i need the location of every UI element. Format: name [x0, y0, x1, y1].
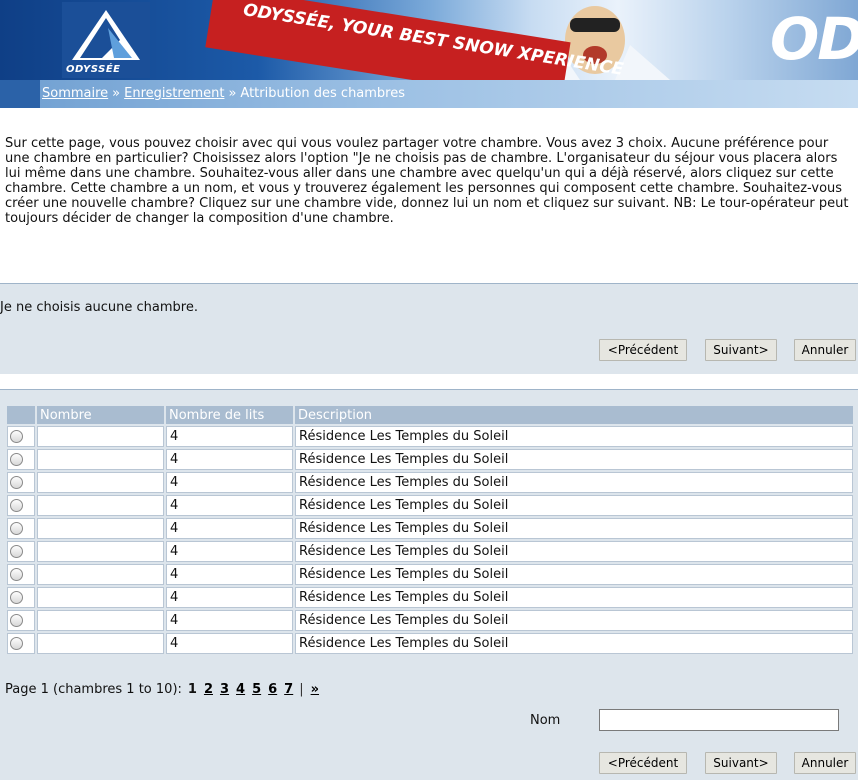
room-nombre — [37, 449, 164, 470]
breadcrumb-current: Attribution des chambres — [240, 86, 406, 101]
room-lits: 4 — [166, 633, 293, 654]
room-description: Résidence Les Temples du Soleil — [295, 610, 853, 631]
room-nombre — [37, 426, 164, 447]
room-radio[interactable] — [10, 545, 23, 558]
room-lits: 4 — [166, 564, 293, 585]
pagination-next-link[interactable]: » — [311, 682, 319, 697]
next-button[interactable]: Suivant> — [705, 339, 777, 361]
table-row[interactable]: 4 Résidence Les Temples du Soleil — [7, 449, 853, 470]
breadcrumb-sommaire-link[interactable]: Sommaire — [42, 86, 108, 101]
header-banner: ODYSSÉE ODYSSÉE, YOUR BEST SNOW XPERIENC… — [0, 0, 858, 80]
breadcrumb-separator: » — [228, 86, 237, 101]
room-description: Résidence Les Temples du Soleil — [295, 633, 853, 654]
room-description: Résidence Les Temples du Soleil — [295, 449, 853, 470]
room-nombre — [37, 541, 164, 562]
table-header-row: Nombre Nombre de lits Description — [7, 406, 853, 424]
pagination: Page 1 (chambres 1 to 10): 1 2 3 4 5 6 7 | » — [5, 682, 319, 697]
room-nombre — [37, 587, 164, 608]
table-row[interactable]: 4 Résidence Les Temples du Soleil — [7, 610, 853, 631]
room-description: Résidence Les Temples du Soleil — [295, 495, 853, 516]
rooms-table: Nombre Nombre de lits Description 4 Rési… — [5, 404, 855, 656]
previous-button-bottom[interactable]: <Précédent — [599, 752, 687, 774]
table-row[interactable]: 4 Résidence Les Temples du Soleil — [7, 587, 853, 608]
room-nombre — [37, 633, 164, 654]
room-radio[interactable] — [10, 614, 23, 627]
room-lits: 4 — [166, 518, 293, 539]
room-nombre — [37, 564, 164, 585]
nom-label: Nom — [530, 713, 561, 728]
pagination-page-link[interactable]: 4 — [236, 682, 245, 697]
table-header-lits: Nombre de lits — [166, 406, 293, 424]
brand-large-text: OD — [770, 5, 858, 73]
breadcrumb-separator: » — [112, 86, 121, 101]
previous-button[interactable]: <Précédent — [599, 339, 687, 361]
room-radio[interactable] — [10, 522, 23, 535]
breadcrumb-bar: Sommaire» Enregistrement» Attribution des … — [0, 80, 858, 108]
table-row[interactable]: 4 Résidence Les Temples du Soleil — [7, 564, 853, 585]
room-radio[interactable] — [10, 591, 23, 604]
room-description: Résidence Les Temples du Soleil — [295, 518, 853, 539]
nom-input[interactable] — [599, 709, 839, 731]
table-row[interactable]: 4 Résidence Les Temples du Soleil — [7, 472, 853, 493]
room-lits: 4 — [166, 541, 293, 562]
room-radio[interactable] — [10, 499, 23, 512]
room-description: Résidence Les Temples du Soleil — [295, 472, 853, 493]
pagination-page-link[interactable]: 2 — [204, 682, 213, 697]
cancel-button-bottom[interactable]: Annuler — [794, 752, 856, 774]
cancel-button[interactable]: Annuler — [794, 339, 856, 361]
table-header-description: Description — [295, 406, 853, 424]
room-radio[interactable] — [10, 430, 23, 443]
table-header-nombre: Nombre — [37, 406, 164, 424]
room-description: Résidence Les Temples du Soleil — [295, 587, 853, 608]
room-lits: 4 — [166, 426, 293, 447]
pagination-page-link[interactable]: 3 — [220, 682, 229, 697]
room-nombre — [37, 610, 164, 631]
pagination-page-link[interactable]: 7 — [284, 682, 293, 697]
pagination-separator: | — [299, 682, 304, 697]
table-row[interactable]: 4 Résidence Les Temples du Soleil — [7, 633, 853, 654]
next-button-bottom[interactable]: Suivant> — [705, 752, 777, 774]
breadcrumb-enregistrement-link[interactable]: Enregistrement — [124, 86, 224, 101]
table-row[interactable]: 4 Résidence Les Temples du Soleil — [7, 518, 853, 539]
room-lits: 4 — [166, 610, 293, 631]
room-radio[interactable] — [10, 453, 23, 466]
room-lits: 4 — [166, 472, 293, 493]
logo-text: ODYSSÉE — [66, 64, 121, 75]
pagination-label: Page 1 (chambres 1 to 10): — [5, 682, 182, 697]
room-nombre — [37, 495, 164, 516]
breadcrumb: Sommaire» Enregistrement» Attribution des … — [42, 86, 405, 101]
room-lits: 4 — [166, 495, 293, 516]
room-nombre — [37, 518, 164, 539]
room-radio[interactable] — [10, 476, 23, 489]
room-description: Résidence Les Temples du Soleil — [295, 564, 853, 585]
no-room-label: Je ne choisis aucune chambre. — [0, 300, 198, 315]
table-row[interactable]: 4 Résidence Les Temples du Soleil — [7, 495, 853, 516]
instructions-text: Sur cette page, vous pouvez choisir avec… — [5, 136, 849, 226]
room-description: Résidence Les Temples du Soleil — [295, 426, 853, 447]
room-radio[interactable] — [10, 568, 23, 581]
pagination-page-link[interactable]: 5 — [252, 682, 261, 697]
room-radio[interactable] — [10, 637, 23, 650]
room-description: Résidence Les Temples du Soleil — [295, 541, 853, 562]
table-header-select — [7, 406, 35, 424]
pagination-page-link[interactable]: 6 — [268, 682, 277, 697]
table-row[interactable]: 4 Résidence Les Temples du Soleil — [7, 541, 853, 562]
room-lits: 4 — [166, 587, 293, 608]
pagination-current-page: 1 — [187, 682, 197, 697]
breadcrumb-stub — [0, 80, 40, 108]
table-row[interactable]: 4 Résidence Les Temples du Soleil — [7, 426, 853, 447]
room-lits: 4 — [166, 449, 293, 470]
room-nombre — [37, 472, 164, 493]
